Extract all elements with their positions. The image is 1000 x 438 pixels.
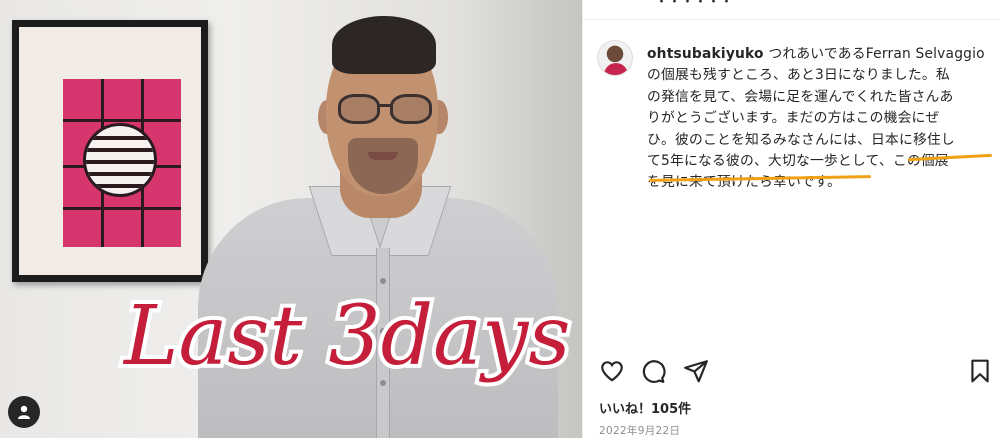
post-date[interactable]: 2022年9月22日 <box>599 423 680 438</box>
heart-icon[interactable] <box>599 358 625 384</box>
tagged-users-button[interactable] <box>8 396 40 428</box>
caption-line: ひ。彼のことを知るみなさんには、日本に移住し <box>647 131 955 148</box>
post-actions <box>597 356 993 386</box>
caption-line: の発信を見て、会場に足を運んでくれた皆さんあ <box>647 88 954 105</box>
comment-icon[interactable] <box>640 358 666 384</box>
caption-line: の個展も残すところ、あと3日になりました。私 <box>647 67 950 84</box>
likes-count[interactable]: いいね！105件 <box>599 398 691 417</box>
framed-artwork <box>12 20 208 282</box>
mouth <box>368 152 398 160</box>
caption-line: りがとうございます。まだの方はこの機会にぜ <box>647 110 940 127</box>
bookmark-icon[interactable] <box>967 358 993 384</box>
glasses-bridge <box>378 104 392 107</box>
artwork-circle <box>83 123 157 197</box>
caption-line: て5年になる彼の、大切な一歩として、この個展 <box>647 153 949 170</box>
post-image[interactable]: Last 3days Last 3days <box>0 0 582 438</box>
share-icon[interactable] <box>683 358 709 384</box>
profile-avatar[interactable] <box>597 40 633 76</box>
overlay-text: Last 3days <box>122 289 570 384</box>
post-header-partial-text: ・・・・・・ <box>655 0 734 10</box>
post-header-partial: ・・・・・・ <box>583 0 1000 20</box>
glasses-lens-left <box>338 94 380 124</box>
artwork-mat <box>19 27 201 275</box>
glasses-lens-right <box>390 94 432 124</box>
hair <box>332 16 436 74</box>
artwork-print <box>63 79 181 247</box>
caption-username[interactable]: ohtsubakiyuko <box>647 46 764 62</box>
caption-text: ohtsubakiyuko つれあいであるFerran Selvaggio の個… <box>647 44 999 194</box>
post-side-panel: ・・・・・・ ohtsubakiyuko つれあいであるFerran Selva… <box>582 0 1000 438</box>
caption-line: つれあいであるFerran Selvaggio <box>763 46 985 62</box>
user-icon <box>18 405 30 419</box>
last-3days-overlay: Last 3days Last 3days <box>118 285 574 388</box>
